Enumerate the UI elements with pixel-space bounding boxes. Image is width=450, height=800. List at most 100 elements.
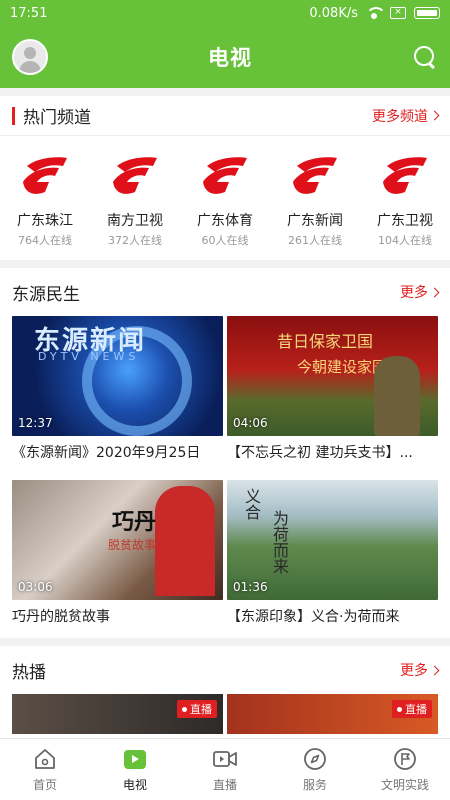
channel-item[interactable]: 南方卫视 372人在线 [95,152,175,248]
dongyuan-title: 东源民生 [12,284,80,305]
person-figure [155,486,215,596]
avatar[interactable] [12,39,48,75]
channel-online-count: 261人在线 [288,234,342,247]
video-grid: 东源新闻 DYTV NEWS 12:37 《东源新闻》2020年9月25日 昔日… [12,316,438,630]
flag-icon [392,746,418,772]
hot-channels-title-text: 热门频道 [23,108,91,128]
video-camera-icon [212,746,238,772]
tv-icon [122,746,148,772]
channel-item[interactable]: 广东新闻 261人在线 [275,152,355,248]
dongyuan-section: 东源民生 更多 东源新闻 DYTV NEWS 12:37 《东源新闻》2020年… [0,268,450,638]
live-dot-icon [182,706,187,712]
live-card[interactable]: 直播 [227,694,438,734]
channel-list: 广东珠江 764人在线 南方卫视 372人在线 广东体育 60人在线 广东新闻 … [0,136,450,248]
tab-label: 文明实践 [380,778,429,792]
thumbnail-subtext: DYTV NEWS [38,350,140,363]
search-icon[interactable] [412,44,438,70]
tab-label: 服务 [302,778,327,792]
more-label: 更多 [400,285,428,301]
chevron-right-icon [429,110,440,121]
tab-tv[interactable]: 电视 [95,746,175,793]
video-duration: 01:36 [233,580,268,594]
status-time: 17:51 [10,5,48,21]
video-title[interactable]: 《东源新闻》2020年9月25日 [12,436,223,466]
status-bar: 17:51 0.08K/s × [0,0,450,26]
video-card[interactable]: 巧丹 脱贫故事 03:06 巧丹的脱贫故事 [12,480,223,630]
video-duration: 04:06 [233,416,268,430]
channel-item[interactable]: 广东珠江 764人在线 [5,152,85,248]
thumbnail-text: 昔日保家卫国 [277,332,374,351]
more-label: 更多 [400,663,428,679]
video-title[interactable]: 巧丹的脱贫故事 [12,600,223,630]
tab-service[interactable]: 服务 [275,746,355,793]
gdtv-logo-icon [203,157,247,194]
video-duration: 03:06 [18,580,53,594]
status-indicators: 0.08K/s × [309,6,440,21]
gdtv-logo-icon [293,157,337,194]
live-card[interactable]: 直播 [12,694,223,734]
dongyuan-more-link[interactable]: 更多 [400,282,440,302]
video-card[interactable]: 昔日保家卫国 今朝建设家园 04:06 【不忘兵之初 建功兵支书】... [227,316,438,466]
hot-channels-title: 热门频道 [12,103,91,128]
channel-name: 广东新闻 [287,213,343,229]
tab-label: 首页 [32,778,57,792]
hot-play-section: 热播 更多 直播 直播 [0,646,450,738]
hot-channels-header: 热门频道 更多频道 [0,96,450,136]
channel-name: 南方卫视 [107,213,163,229]
top-bar: 17:51 0.08K/s × 电视 [0,0,450,88]
wifi-icon [366,7,386,19]
title-accent-bar [12,106,15,125]
video-thumbnail[interactable]: 义合 为荷而来 01:36 [227,480,438,600]
main-content: 热门频道 更多频道 广东珠江 764人在线 南方卫视 372人在线 广东体育 6… [0,88,450,738]
tab-live[interactable]: 直播 [185,746,265,793]
compass-icon [302,746,328,772]
channel-online-count: 104人在线 [378,234,432,247]
tab-civilization[interactable]: 文明实践 [365,746,445,793]
sim-icon: × [390,7,406,19]
home-icon [32,746,58,772]
channel-online-count: 764人在线 [18,234,72,247]
tab-home[interactable]: 首页 [5,746,85,793]
app-header: 电视 [0,26,450,88]
channel-name: 广东卫视 [377,213,433,229]
channel-item[interactable]: 广东卫视 104人在线 [365,152,445,248]
chevron-right-icon [429,287,440,297]
network-speed: 0.08K/s [309,5,358,21]
person-figure [374,356,420,436]
hot-channels-section: 热门频道 更多频道 广东珠江 764人在线 南方卫视 372人在线 广东体育 6… [0,96,450,260]
live-dot-icon [397,706,402,712]
chevron-right-icon [429,665,440,675]
more-channels-link[interactable]: 更多频道 [372,106,440,126]
gdtv-logo-icon [23,157,67,194]
channel-item[interactable]: 广东体育 60人在线 [185,152,265,248]
hot-play-more-link[interactable]: 更多 [400,660,440,680]
bottom-tab-bar: 首页 电视 直播 服务 文明实践 [0,738,450,800]
tab-label: 直播 [212,778,237,792]
video-card[interactable]: 东源新闻 DYTV NEWS 12:37 《东源新闻》2020年9月25日 [12,316,223,466]
live-badge: 直播 [177,700,217,718]
channel-online-count: 60人在线 [201,234,249,247]
thumbnail-subtext: 脱贫故事 [108,538,157,552]
tab-label: 电视 [122,778,147,792]
more-channels-label: 更多频道 [372,108,428,125]
battery-icon [414,7,440,19]
video-thumbnail[interactable]: 昔日保家卫国 今朝建设家园 04:06 [227,316,438,436]
video-title[interactable]: 【东源印象】义合·为荷而来 [227,600,438,630]
video-card[interactable]: 义合 为荷而来 01:36 【东源印象】义合·为荷而来 [227,480,438,630]
hot-play-header: 热播 更多 [12,646,440,694]
channel-name: 广东体育 [197,213,253,229]
dongyuan-header: 东源民生 更多 [12,268,440,316]
live-list: 直播 直播 [12,694,438,734]
live-badge: 直播 [392,700,432,718]
thumbnail-text: 义合 [242,488,261,520]
thumbnail-text: 巧丹 [112,510,157,535]
page-title: 电视 [208,46,252,70]
video-thumbnail[interactable]: 东源新闻 DYTV NEWS 12:37 [12,316,223,436]
channel-online-count: 372人在线 [108,234,162,247]
live-badge-label: 直播 [190,703,212,716]
channel-name: 广东珠江 [17,213,73,229]
gdtv-logo-icon [113,157,157,194]
thumbnail-subtext: 为荷而来 [270,510,289,574]
video-title[interactable]: 【不忘兵之初 建功兵支书】... [227,436,438,466]
video-thumbnail[interactable]: 巧丹 脱贫故事 03:06 [12,480,223,600]
